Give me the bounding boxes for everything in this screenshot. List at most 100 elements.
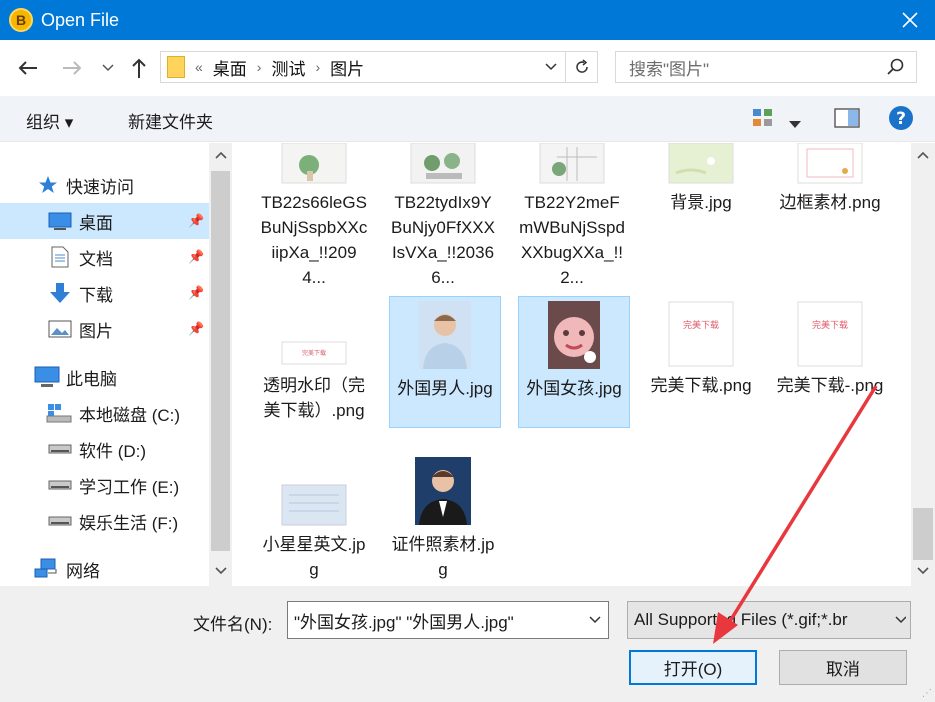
file-item[interactable]: 证件照素材.jpg xyxy=(387,455,499,582)
pin-icon: 📌 xyxy=(188,249,205,264)
file-item[interactable]: TB22s66leGSBuNjSspbXXciipXa_!!2094... xyxy=(258,143,370,290)
file-item[interactable]: TB22tydIx9YBuNjy0FfXXXIsVXa_!!20366... xyxy=(387,143,499,290)
help-button[interactable]: ? xyxy=(888,105,914,136)
arrow-right-icon xyxy=(63,61,82,75)
file-name: 证件照素材.jpg xyxy=(391,535,495,579)
breadcrumb-pictures[interactable]: 图片 xyxy=(330,55,364,80)
breadcrumb-separator-icon: › xyxy=(315,59,321,75)
sidebar-item-drive-e[interactable]: 学习工作 (E:) xyxy=(0,467,209,503)
file-name: 透明水印（完美下载）.png xyxy=(263,376,365,420)
sidebar-item-desktop[interactable]: 桌面 📌 xyxy=(0,203,209,239)
sidebar-item-label: 桌面 xyxy=(79,213,113,233)
sidebar-item-label: 娱乐生活 (F:) xyxy=(79,513,179,533)
sidebar-scrollbar[interactable] xyxy=(209,143,232,586)
preview-pane-button[interactable] xyxy=(834,108,860,133)
file-name: 外国女孩.jpg xyxy=(526,379,622,398)
scroll-down-icon[interactable] xyxy=(215,567,227,575)
desktop-icon xyxy=(48,211,72,231)
sidebar-item-label: 此电脑 xyxy=(66,369,117,389)
sidebar-item-quick-access[interactable]: 快速访问 xyxy=(0,167,209,203)
cancel-button[interactable]: 取消 xyxy=(779,650,907,685)
up-button[interactable] xyxy=(126,54,152,82)
file-item[interactable]: 完美下载 透明水印（完美下载）.png xyxy=(258,296,370,428)
address-dropdown-button[interactable] xyxy=(541,56,561,78)
breadcrumb-desktop[interactable]: 桌面 xyxy=(213,55,247,80)
file-thumbnail: 完美下载 xyxy=(281,341,347,365)
window-title: Open File xyxy=(41,9,120,30)
folder-icon xyxy=(167,56,185,78)
file-item[interactable]: TB22Y2meFmWBuNjSspdXXbugXXa_!!2... xyxy=(516,143,628,290)
file-item[interactable]: 小星星英文.jpg xyxy=(258,455,370,582)
network-icon xyxy=(34,558,60,580)
sidebar-item-documents[interactable]: 文档 📌 xyxy=(0,239,209,275)
download-arrow-icon xyxy=(48,282,72,304)
forward-button[interactable] xyxy=(58,54,86,82)
file-name: 小星星英文.jpg xyxy=(262,535,366,579)
breadcrumb-overflow[interactable]: « xyxy=(195,59,203,75)
file-list-scroll-thumb[interactable] xyxy=(913,508,933,560)
file-name: TB22tydIx9YBuNjy0FfXXXIsVXa_!!20366... xyxy=(391,193,495,287)
thumbnail-text: 完美下载 xyxy=(812,319,848,331)
search-placeholder: 搜索"图片" xyxy=(629,59,710,79)
scroll-up-icon[interactable] xyxy=(215,151,227,159)
arrow-left-icon xyxy=(18,61,37,75)
sidebar-scroll-thumb[interactable] xyxy=(211,171,230,551)
refresh-button[interactable] xyxy=(565,52,597,82)
command-toolbar: 组织 ▾ 新建文件夹 ? xyxy=(0,96,935,142)
view-options-button[interactable] xyxy=(752,108,774,133)
sidebar-item-drive-d[interactable]: 软件 (D:) xyxy=(0,431,209,467)
sidebar-item-network[interactable]: 网络 xyxy=(0,551,209,587)
recent-locations-button[interactable] xyxy=(98,54,118,82)
file-item[interactable]: 背景.jpg xyxy=(645,143,757,215)
sidebar-item-label: 本地磁盘 (C:) xyxy=(79,405,181,425)
sidebar-item-label: 快速访问 xyxy=(66,177,134,197)
breadcrumb-test[interactable]: 测试 xyxy=(271,55,305,80)
file-type-select[interactable]: All Supported Files (*.gif;*.br xyxy=(627,601,911,639)
sidebar-item-drive-c[interactable]: 本地磁盘 (C:) xyxy=(0,395,209,431)
open-button[interactable]: 打开(O) xyxy=(629,650,757,685)
search-icon[interactable] xyxy=(886,57,906,77)
file-item[interactable]: 完美下载 完美下载.png xyxy=(645,296,757,428)
pin-icon: 📌 xyxy=(188,321,205,336)
close-icon xyxy=(902,12,918,28)
computer-icon xyxy=(34,366,60,388)
new-folder-button[interactable]: 新建文件夹 xyxy=(128,108,213,133)
title-bar: B Open File xyxy=(0,0,935,40)
sidebar-item-label: 软件 (D:) xyxy=(79,441,147,461)
address-bar[interactable]: « 桌面 › 测试 › 图片 xyxy=(160,51,598,83)
file-thumbnail xyxy=(668,143,734,184)
file-name: TB22Y2meFmWBuNjSspdXXbugXXa_!!2... xyxy=(519,193,625,287)
file-thumbnail: 完美下载 xyxy=(668,301,734,367)
back-button[interactable] xyxy=(14,54,42,82)
resize-grip-icon[interactable]: ⋰ xyxy=(922,688,932,699)
file-name: 外国男人.jpg xyxy=(397,379,493,398)
file-name: 完美下载.png xyxy=(650,376,752,395)
filename-label: 文件名(N): xyxy=(193,615,273,634)
file-list-scrollbar[interactable] xyxy=(911,143,935,586)
system-drive-icon xyxy=(46,402,72,424)
scroll-down-icon[interactable] xyxy=(917,567,929,575)
file-item-selected[interactable]: 外国男人.jpg xyxy=(389,296,501,428)
close-button[interactable] xyxy=(885,0,935,40)
sidebar-item-drive-f[interactable]: 娱乐生活 (F:) xyxy=(0,503,209,539)
file-item-selected[interactable]: 外国女孩.jpg xyxy=(518,296,630,428)
filename-value: "外国女孩.jpg" "外国男人.jpg" xyxy=(294,612,514,632)
pictures-icon xyxy=(48,319,72,339)
view-dropdown-button[interactable] xyxy=(789,114,801,134)
organize-menu[interactable]: 组织 ▾ xyxy=(26,108,73,133)
refresh-icon xyxy=(575,59,588,73)
sidebar-item-this-pc[interactable]: 此电脑 xyxy=(0,359,209,395)
thumbnail-text: 完美下载 xyxy=(683,319,719,331)
sidebar-item-pictures[interactable]: 图片 📌 xyxy=(0,311,209,347)
sidebar-item-downloads[interactable]: 下载 📌 xyxy=(0,275,209,311)
scroll-up-icon[interactable] xyxy=(917,151,929,159)
sidebar-item-label: 图片 xyxy=(79,321,113,341)
file-thumbnail xyxy=(797,143,863,184)
search-input[interactable]: 搜索"图片" xyxy=(615,51,917,83)
file-item[interactable]: 边框素材.png xyxy=(774,143,886,215)
filename-input[interactable]: "外国女孩.jpg" "外国男人.jpg" xyxy=(287,601,609,639)
chevron-down-icon[interactable] xyxy=(588,612,602,626)
file-thumbnail xyxy=(539,143,605,184)
file-item[interactable]: 完美下载 完美下载-.png xyxy=(774,296,886,428)
help-icon: ? xyxy=(889,106,913,130)
